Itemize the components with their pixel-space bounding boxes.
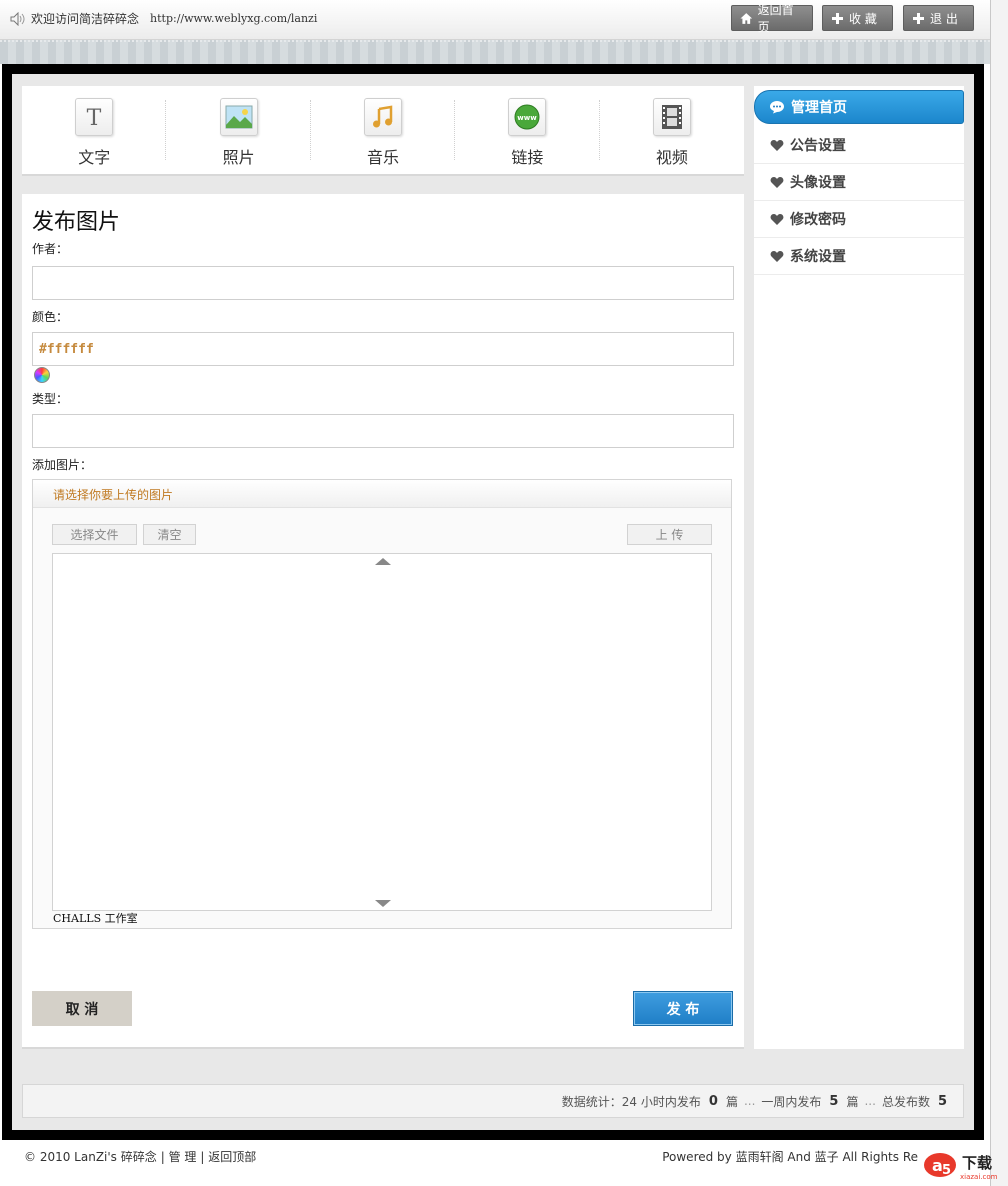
stats-prefix: 数据统计：24 小时内发布: [561, 1094, 701, 1109]
music-icon: [364, 98, 403, 136]
page-title: 发布图片: [32, 210, 121, 235]
copyright-text: © 2010 LanZi's 碎碎念: [24, 1150, 157, 1164]
sidebar-item-label: 管理首页: [791, 100, 847, 116]
sidebar-item-notice[interactable]: 公告设置: [754, 127, 964, 164]
type-music[interactable]: 音乐: [311, 86, 456, 174]
sidebar-item-label: 头像设置: [790, 175, 846, 191]
sidebar-item-label: 修改密码: [790, 212, 846, 228]
link-www-icon: www: [508, 98, 547, 136]
color-input[interactable]: #ffffff: [32, 332, 734, 366]
logo-text: 下载: [962, 1154, 992, 1172]
type-label: 照片: [222, 148, 255, 167]
sidebar-item-password[interactable]: 修改密码: [754, 201, 964, 238]
welcome-text: 欢迎访问简洁碎碎念: [31, 12, 140, 26]
stats-bar: 数据统计：24 小时内发布 0 篇 ... 一周内发布 5 篇 ... 总发布数…: [22, 1084, 964, 1118]
type-text[interactable]: T 文字: [22, 86, 167, 174]
favorite-button[interactable]: 收 藏: [822, 5, 893, 31]
svg-text:www: www: [518, 114, 538, 122]
content-area: T 文字 照片 音乐 www 链接 视频 发布图片 作者： 颜色： #fffff…: [12, 74, 974, 1130]
svg-text:T: T: [87, 106, 102, 131]
uploader-credit: CHALLS 工作室: [53, 912, 138, 925]
film-icon: [652, 98, 691, 136]
text-icon: T: [75, 98, 114, 136]
stats-total-count: 5: [937, 1093, 947, 1109]
speaker-icon: [10, 11, 25, 26]
cancel-button[interactable]: 取 消: [32, 991, 132, 1026]
uploader-title: 请选择你要上传的图片: [33, 480, 731, 508]
stats-separator: ...: [743, 1094, 756, 1108]
header-decoration: [0, 40, 990, 64]
post-type-bar: T 文字 照片 音乐 www 链接 视频: [22, 86, 744, 176]
welcome-area: 欢迎访问简洁碎碎念 http://www.weblyxg.com/lanzi: [10, 10, 317, 27]
type-label: 类型：: [32, 392, 69, 406]
sidebar-item-system[interactable]: 系统设置: [754, 238, 964, 275]
type-photo[interactable]: 照片: [166, 86, 312, 174]
window-scrollbar[interactable]: [990, 0, 1008, 1186]
admin-sidebar: 管理首页 公告设置 头像设置 修改密码 系统设置: [754, 86, 964, 1049]
stats-unit: 篇: [846, 1094, 859, 1109]
favorite-button-label: 收 藏: [849, 11, 877, 26]
upload-file-list[interactable]: [52, 553, 712, 911]
clear-button[interactable]: 清空: [143, 524, 196, 545]
site-url[interactable]: http://www.weblyxg.com/lanzi: [150, 12, 317, 25]
sidebar-item-label: 公告设置: [790, 138, 846, 154]
publish-button[interactable]: 发 布: [633, 991, 733, 1026]
sidebar-item-avatar[interactable]: 头像设置: [754, 164, 964, 201]
logout-button[interactable]: 退 出: [903, 5, 974, 31]
author-label: 作者：: [32, 242, 69, 256]
back-to-top-link[interactable]: | 返回顶部: [200, 1148, 256, 1165]
chat-bubble-icon: [770, 101, 784, 114]
type-video[interactable]: 视频: [600, 86, 744, 174]
top-bar: 欢迎访问简洁碎碎念 http://www.weblyxg.com/lanzi 返…: [0, 0, 990, 40]
type-label: 链接: [511, 148, 544, 167]
color-label: 颜色：: [32, 310, 69, 324]
heart-icon: [770, 213, 784, 225]
stats-week-count: 5: [829, 1093, 839, 1109]
plus-icon: [832, 12, 843, 24]
admin-link[interactable]: | 管 理: [161, 1148, 197, 1165]
stats-day-count: 0: [708, 1093, 718, 1109]
sidebar-item-admin-home[interactable]: 管理首页: [754, 90, 964, 124]
type-label: 音乐: [367, 148, 400, 167]
stats-separator: ...: [864, 1094, 876, 1108]
add-image-label: 添加图片：: [32, 458, 93, 472]
stats-unit: 篇: [725, 1094, 738, 1109]
scroll-up-icon[interactable]: [375, 558, 391, 565]
logout-button-label: 退 出: [930, 11, 958, 26]
scroll-down-icon[interactable]: [375, 900, 391, 907]
select-file-button[interactable]: 选择文件: [52, 524, 137, 545]
upload-button[interactable]: 上 传: [627, 524, 712, 545]
author-input[interactable]: [32, 266, 734, 300]
photo-icon: [219, 98, 258, 136]
content-frame: T 文字 照片 音乐 www 链接 视频 发布图片 作者： 颜色： #fffff…: [2, 64, 984, 1140]
home-button[interactable]: 返回首页: [731, 3, 813, 34]
svg-text:5: 5: [942, 1163, 951, 1178]
stats-week-label: 一周内发布: [761, 1094, 822, 1109]
heart-icon: [770, 176, 784, 188]
powered-by-text: Powered by 蓝雨轩阁 And 蓝子 All Rights Re: [662, 1150, 918, 1164]
color-picker-icon[interactable]: [34, 367, 50, 383]
image-uploader: 请选择你要上传的图片 选择文件 清空 上 传 CHALLS 工作室: [32, 479, 732, 929]
type-label: 视频: [655, 148, 688, 167]
plus-icon: [913, 12, 924, 24]
type-input[interactable]: [32, 414, 734, 448]
logo-subtext: xiazai.com: [960, 1173, 998, 1181]
heart-icon: [770, 250, 784, 262]
type-link[interactable]: www 链接: [455, 86, 601, 174]
publish-form: 发布图片 作者： 颜色： #ffffff 类型： 添加图片： 请选择你要上传的图…: [22, 194, 744, 1049]
home-button-label: 返回首页: [757, 3, 794, 34]
sidebar-item-label: 系统设置: [790, 249, 846, 265]
heart-icon: [770, 139, 784, 151]
page-footer: © 2010 LanZi's 碎碎念 | 管 理 | 返回顶部 Powered …: [0, 1140, 990, 1186]
type-label: 文字: [78, 148, 111, 167]
stats-total-label: 总发布数: [881, 1094, 930, 1109]
home-icon: [740, 12, 753, 24]
footer-links: © 2010 LanZi's 碎碎念 | 管 理 | 返回顶部: [24, 1148, 256, 1165]
a5-xiazai-logo: a 5 下载 xiazai.com: [924, 1153, 998, 1181]
